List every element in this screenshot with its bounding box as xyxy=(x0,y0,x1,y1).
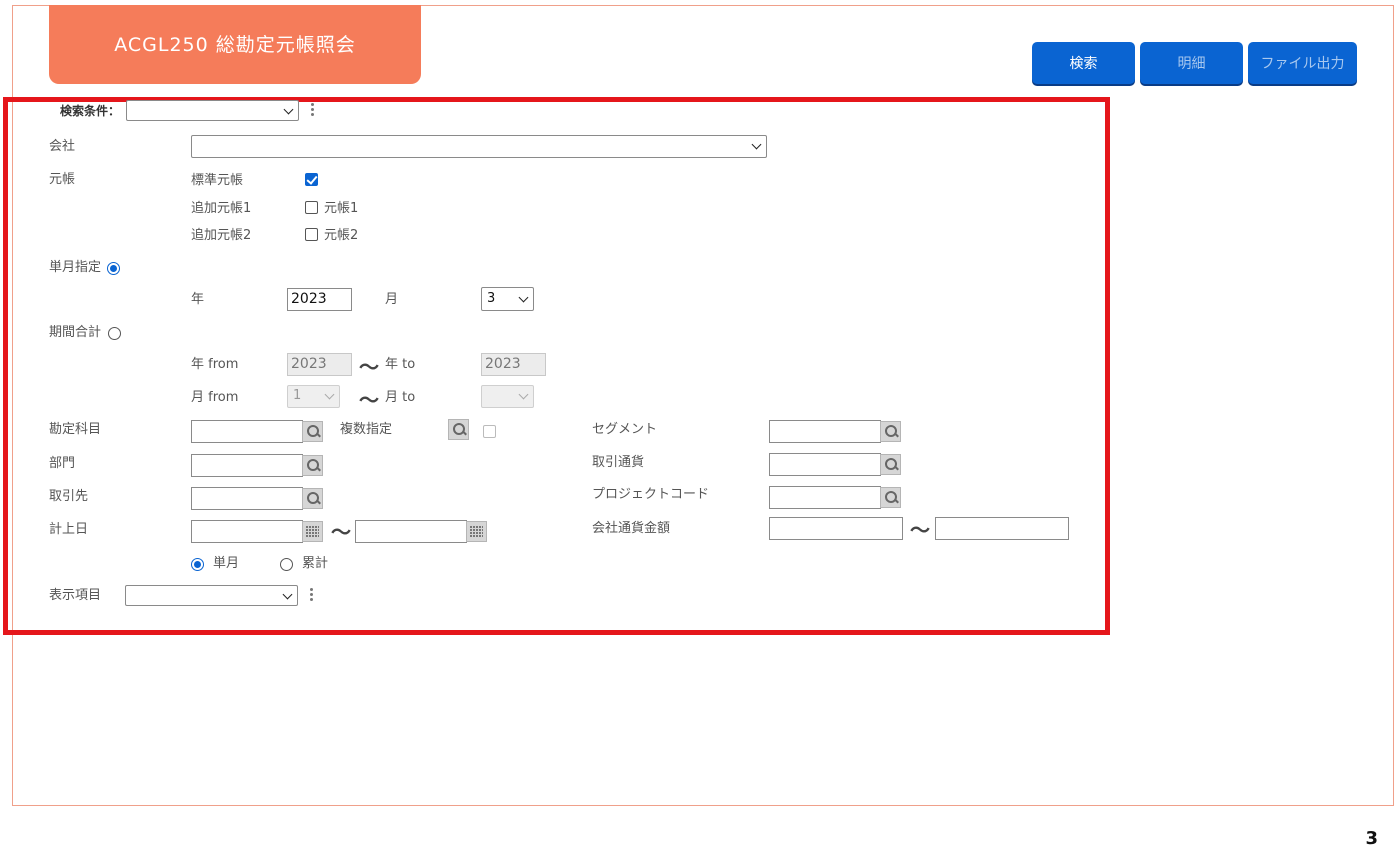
page-title: ACGL250 総勘定元帳照会 xyxy=(49,5,421,84)
display-items-label: 表示項目 xyxy=(49,588,102,603)
single-month-radio[interactable] xyxy=(107,262,120,275)
more-options-icon[interactable] xyxy=(310,588,314,604)
range-tilde: 〜 xyxy=(910,518,930,542)
search-icon[interactable] xyxy=(880,454,901,475)
search-button[interactable]: 検索 xyxy=(1032,42,1135,84)
search-icon[interactable] xyxy=(880,487,901,508)
chevron-down-icon xyxy=(751,139,762,150)
month-select[interactable]: 3 xyxy=(481,287,534,311)
standard-ledger-checkbox[interactable] xyxy=(305,173,318,186)
month-to-label: 月 to xyxy=(385,390,416,405)
amount-to-input[interactable] xyxy=(935,517,1069,540)
period-total-radio[interactable] xyxy=(108,327,121,340)
year-to-input[interactable]: 2023 xyxy=(481,353,546,376)
month-to-select[interactable] xyxy=(481,385,534,408)
standard-ledger-label: 標準元帳 xyxy=(191,173,244,188)
year-label: 年 xyxy=(191,292,205,307)
single-aggregation-label: 単月 xyxy=(213,556,240,571)
display-items-select[interactable] xyxy=(125,585,298,606)
search-icon[interactable] xyxy=(302,488,323,509)
partner-input[interactable] xyxy=(191,487,303,510)
account-input[interactable] xyxy=(191,420,303,443)
additional-ledger2-label: 追加元帳2 xyxy=(191,228,252,243)
search-conditions-label: 検索条件： xyxy=(60,104,121,118)
company-select[interactable] xyxy=(191,135,767,158)
segment-input[interactable] xyxy=(769,420,881,443)
ledger2-checkbox[interactable] xyxy=(305,228,318,241)
multiple-checkbox[interactable] xyxy=(483,425,496,438)
highlight-box xyxy=(3,97,1110,635)
search-conditions-select[interactable] xyxy=(126,100,299,121)
posting-date-label: 計上日 xyxy=(49,522,89,537)
range-tilde: 〜 xyxy=(359,355,379,379)
project-code-label: プロジェクトコード xyxy=(592,487,710,502)
year-to-label: 年 to xyxy=(385,357,416,372)
detail-button[interactable]: 明細 xyxy=(1140,42,1243,84)
month-value: 3 xyxy=(487,291,496,306)
project-code-input[interactable] xyxy=(769,486,881,509)
cumulative-aggregation-radio[interactable] xyxy=(280,558,293,571)
year-from-label: 年 from xyxy=(191,357,239,372)
department-label: 部門 xyxy=(49,456,76,471)
account-label: 勘定科目 xyxy=(49,422,102,437)
single-month-label: 単月指定 xyxy=(49,260,102,275)
segment-label: セグメント xyxy=(592,422,658,437)
chevron-down-icon xyxy=(518,389,529,400)
posting-date-to-input[interactable] xyxy=(355,520,467,543)
search-icon[interactable] xyxy=(448,419,469,440)
ledger-label: 元帳 xyxy=(49,172,76,187)
range-tilde: 〜 xyxy=(359,388,379,412)
ledger2-option-label: 元帳2 xyxy=(324,228,359,243)
search-icon[interactable] xyxy=(302,421,323,442)
department-input[interactable] xyxy=(191,454,303,477)
chevron-down-icon xyxy=(518,292,529,303)
partner-label: 取引先 xyxy=(49,489,89,504)
calendar-icon[interactable] xyxy=(466,521,487,542)
ledger1-checkbox[interactable] xyxy=(305,201,318,214)
single-aggregation-radio[interactable] xyxy=(191,558,204,571)
more-options-icon[interactable] xyxy=(311,103,315,119)
page-number: 3 xyxy=(1365,828,1378,849)
transaction-currency-label: 取引通貨 xyxy=(592,455,645,470)
month-from-value: 1 xyxy=(293,388,302,403)
search-icon[interactable] xyxy=(302,455,323,476)
posting-date-from-input[interactable] xyxy=(191,520,303,543)
multiple-label: 複数指定 xyxy=(340,422,393,437)
file-output-button[interactable]: ファイル出力 xyxy=(1248,42,1357,84)
additional-ledger1-label: 追加元帳1 xyxy=(191,201,252,216)
cumulative-aggregation-label: 累計 xyxy=(302,556,329,571)
month-from-select[interactable]: 1 xyxy=(287,385,340,408)
period-total-label: 期間合計 xyxy=(49,325,102,340)
amount-from-input[interactable] xyxy=(769,517,903,540)
company-currency-amount-label: 会社通貨金額 xyxy=(592,521,671,536)
month-label: 月 xyxy=(385,292,399,307)
calendar-icon[interactable] xyxy=(302,521,323,542)
year-input[interactable]: 2023 xyxy=(287,288,352,311)
company-label: 会社 xyxy=(49,139,76,154)
range-tilde: 〜 xyxy=(331,520,351,544)
chevron-down-icon xyxy=(283,104,294,115)
search-icon[interactable] xyxy=(880,421,901,442)
month-from-label: 月 from xyxy=(191,390,239,405)
chevron-down-icon xyxy=(324,389,335,400)
ledger1-option-label: 元帳1 xyxy=(324,201,359,216)
page-title-text: ACGL250 総勘定元帳照会 xyxy=(114,34,356,56)
chevron-down-icon xyxy=(282,589,293,600)
year-from-input[interactable]: 2023 xyxy=(287,353,352,376)
transaction-currency-input[interactable] xyxy=(769,453,881,476)
